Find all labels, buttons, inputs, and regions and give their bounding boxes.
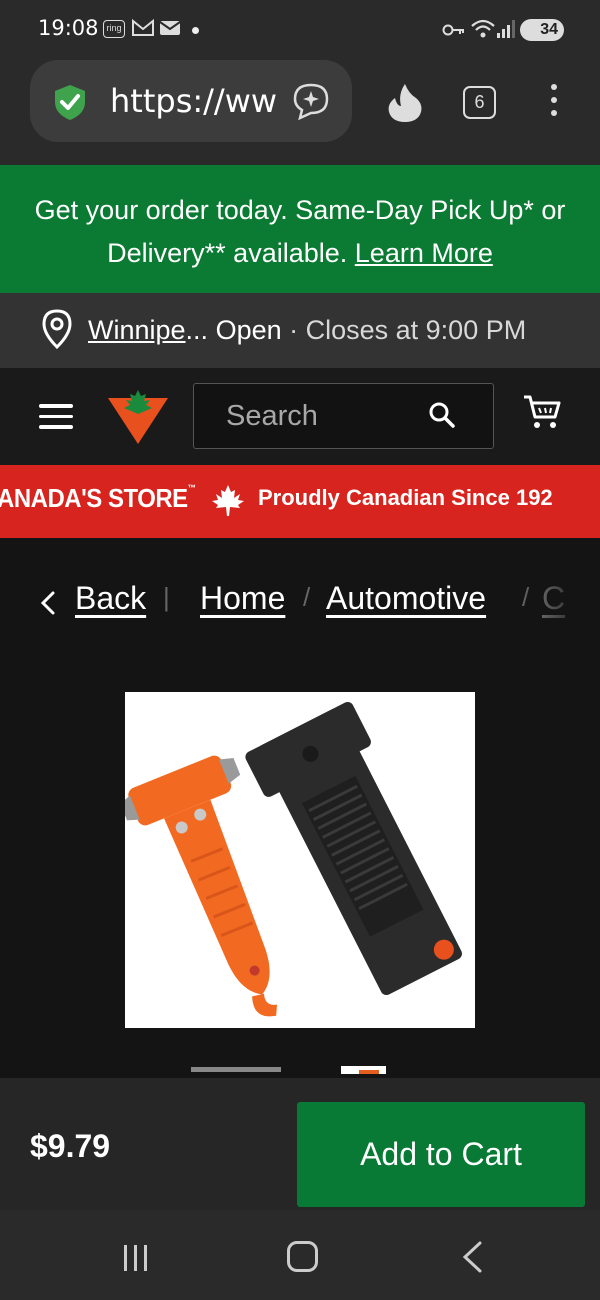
store-info[interactable]: Winnipe... Open · Closes at 9:00 PM xyxy=(88,315,526,346)
add-to-cart-button[interactable]: Add to Cart xyxy=(297,1102,585,1207)
breadcrumb-home-link[interactable]: Home xyxy=(200,580,285,617)
cart-icon[interactable] xyxy=(522,393,562,431)
vpn-key-icon xyxy=(442,24,464,36)
product-price: $9.79 xyxy=(30,1128,111,1164)
notification-dot-icon xyxy=(192,27,199,34)
recent-apps-icon[interactable] xyxy=(123,1243,149,1273)
canadian-tire-logo[interactable] xyxy=(106,388,170,446)
banner-store-label: ANADA'S STORE xyxy=(0,483,188,513)
banner-tagline: Proudly Canadian Since 192 xyxy=(258,485,553,510)
tab-switcher-button[interactable]: 6 xyxy=(463,86,496,119)
carousel-thumbnail[interactable] xyxy=(341,1066,386,1074)
carousel-indicator-active[interactable] xyxy=(191,1067,281,1072)
breadcrumb: Back | Home / Automotive / C xyxy=(0,538,600,658)
search-placeholder[interactable]: Search xyxy=(226,400,318,433)
site-header: Search xyxy=(0,368,600,465)
search-input[interactable]: Search xyxy=(193,383,494,449)
ring-notification-icon: ring xyxy=(103,20,125,38)
breadcrumb-separator: | xyxy=(163,582,170,612)
store-city-link[interactable]: Winnipe xyxy=(88,315,186,345)
banner-trademark: ™ xyxy=(187,483,196,493)
store-hours: · Closes at 9:00 PM xyxy=(281,315,527,345)
search-icon[interactable] xyxy=(428,401,456,429)
banner-store-text: ANADA'S STORE™ xyxy=(0,483,196,514)
location-pin-icon xyxy=(42,309,72,349)
wifi-icon xyxy=(471,19,495,38)
purchase-bar: $9.79 Add to Cart xyxy=(0,1078,600,1210)
back-icon[interactable] xyxy=(460,1240,484,1274)
status-time: 19:08 xyxy=(38,16,99,40)
gmail-icon xyxy=(132,18,154,36)
browser-toolbar: https://ww 6 xyxy=(0,60,600,165)
menu-icon[interactable] xyxy=(39,404,73,436)
maple-leaf-icon xyxy=(212,485,244,516)
battery-indicator: 34 xyxy=(520,19,564,41)
system-nav-bar xyxy=(0,1210,600,1300)
flame-icon[interactable] xyxy=(385,82,425,124)
store-ellipsis: ... xyxy=(185,315,209,345)
assistant-chat-icon[interactable] xyxy=(290,80,332,122)
store-selector[interactable]: Winnipe... Open · Closes at 9:00 PM xyxy=(0,293,600,368)
store-status: Open xyxy=(208,315,282,345)
product-image[interactable] xyxy=(120,692,475,1028)
breadcrumb-separator: / xyxy=(303,582,311,612)
promo-banner: Get your order today. Same-Day Pick Up* … xyxy=(0,165,600,293)
browser-menu-icon[interactable] xyxy=(548,84,560,123)
canada-store-banner: ANADA'S STORE™ Proudly Canadian Since 19… xyxy=(0,465,600,538)
emergency-hammer-image xyxy=(120,701,462,1017)
signal-icon xyxy=(497,20,515,38)
home-icon[interactable] xyxy=(287,1241,318,1272)
chevron-left-icon[interactable] xyxy=(40,590,56,616)
mail-icon xyxy=(159,21,181,35)
breadcrumb-back-link[interactable]: Back xyxy=(75,580,146,617)
url-text[interactable]: https://ww xyxy=(110,82,280,120)
address-bar[interactable]: https://ww xyxy=(30,60,352,142)
status-bar: 19:08 ring 34 xyxy=(0,0,600,60)
breadcrumb-fade xyxy=(520,538,600,658)
security-shield-icon xyxy=(55,85,85,120)
learn-more-link[interactable]: Learn More xyxy=(355,238,493,268)
breadcrumb-automotive-link[interactable]: Automotive xyxy=(326,580,486,617)
